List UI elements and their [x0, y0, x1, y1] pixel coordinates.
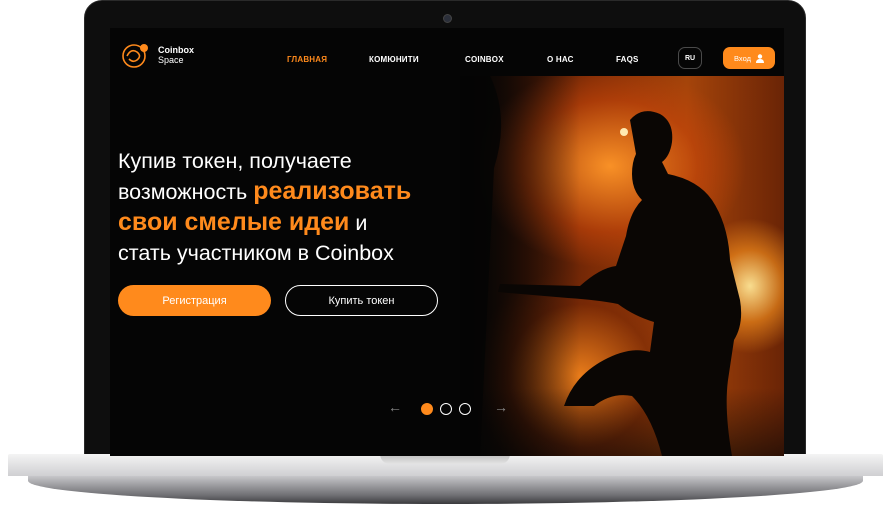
nav-coinbox[interactable]: COINBOX: [465, 55, 504, 64]
nav-about[interactable]: О НАС: [547, 55, 574, 64]
slider-prev-arrow-icon[interactable]: ←: [388, 400, 402, 414]
brand-sub: Space: [158, 55, 184, 65]
laptop-base: [0, 454, 891, 514]
buy-token-button[interactable]: Купить токен: [285, 285, 438, 316]
slider-next-arrow-icon[interactable]: →: [494, 400, 508, 414]
nav-community[interactable]: КОМЮНИТИ: [369, 55, 419, 64]
hero-headline: Купив токен, получаете возможность реали…: [118, 149, 412, 265]
login-button[interactable]: Вход: [723, 47, 775, 69]
slider-dot-1[interactable]: [421, 403, 433, 415]
nav-faqs[interactable]: FAQS: [616, 55, 639, 64]
coinbox-logo-icon: [122, 44, 148, 68]
brand-logo[interactable]: Coinbox Space: [118, 41, 194, 69]
nav-home[interactable]: ГЛАВНАЯ: [287, 55, 327, 64]
brand-name: Coinbox: [158, 45, 194, 55]
website-screen: Coinbox Space ГЛАВНАЯ КОМЮНИТИ COINBOX О…: [110, 28, 784, 456]
slider-dot-3[interactable]: [459, 403, 471, 415]
register-button[interactable]: Регистрация: [118, 285, 271, 316]
webcam-icon: [443, 14, 452, 23]
user-icon: [755, 53, 764, 63]
slider-dot-2[interactable]: [440, 403, 452, 415]
login-label: Вход: [734, 53, 751, 63]
language-switch[interactable]: RU: [678, 47, 702, 69]
